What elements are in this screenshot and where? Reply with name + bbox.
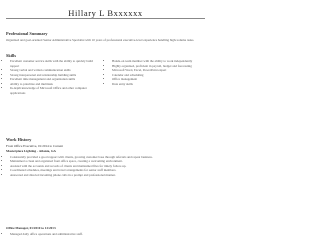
skill-item: Data entry skills xyxy=(112,82,204,87)
job-bullet: Managed daily office operations and admi… xyxy=(10,232,204,236)
skill-item: Excellent customer service skills with t… xyxy=(10,59,100,68)
candidate-name: Hillary L Bxxxxxx xyxy=(68,8,143,18)
job-bullets: Managed daily office operations and admi… xyxy=(6,232,204,236)
summary-text: Organized and goal-oriented Senior Admin… xyxy=(6,38,195,42)
skills-right-column: Hands-on team member with the ability to… xyxy=(108,59,204,86)
work-history-heading: Work History xyxy=(6,137,32,142)
skill-item: In-depth knowledge of Microsoft Office a… xyxy=(10,86,100,95)
skills-heading: Skills xyxy=(6,53,17,58)
job-bullets: Consistently provided a good rapport wit… xyxy=(6,155,204,177)
resume-page: Hillary L Bxxxxxx Professional Summary O… xyxy=(0,0,211,239)
job-role-line: Front Office Executive, 01/2014 to Curre… xyxy=(6,144,64,148)
skill-item: Hands-on team member with the ability to… xyxy=(112,59,204,64)
skills-left-column: Excellent customer service skills with t… xyxy=(6,59,100,95)
job-role-line: Office Manager, 01/2010 to 12/2013 xyxy=(6,226,56,230)
job-company: Masterpiece Lighting - Atlanta, GA xyxy=(6,149,56,153)
header-divider xyxy=(6,18,205,19)
summary-heading: Professional Summary xyxy=(6,31,48,36)
job-bullet: Answered and directed incoming phone cal… xyxy=(10,173,204,177)
